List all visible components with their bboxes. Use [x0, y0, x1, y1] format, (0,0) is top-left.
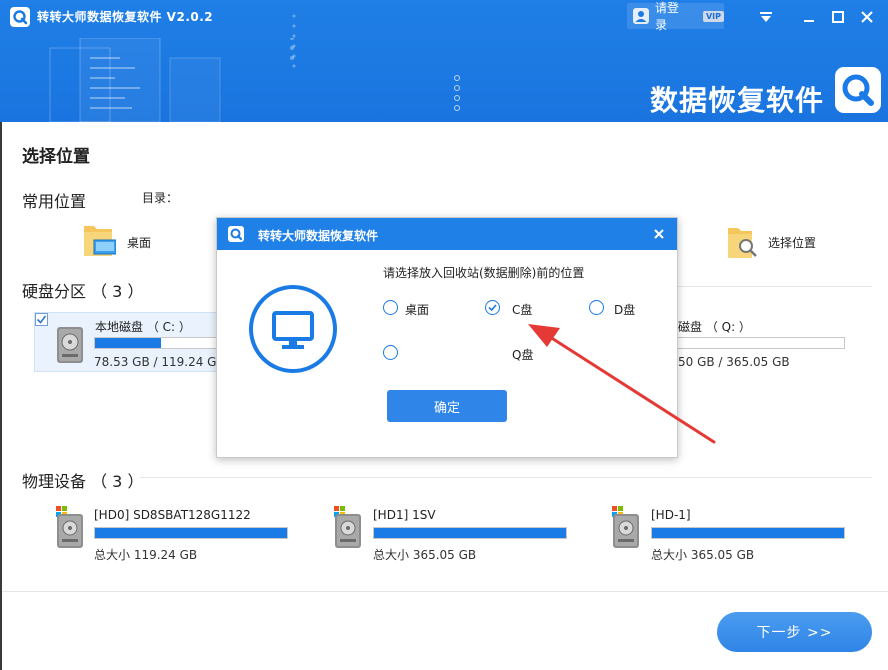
brand-text: 数据恢复软件	[650, 84, 825, 117]
hard-disk-windows-icon	[612, 506, 639, 548]
option-label: D盘	[614, 303, 636, 317]
option-label: Q盘	[512, 348, 534, 362]
close-icon	[654, 229, 664, 239]
close-icon	[861, 11, 873, 23]
header-decoration	[49, 38, 294, 122]
device-name: [HD1] 1SV	[373, 508, 436, 522]
app-logo-icon	[10, 7, 30, 27]
user-avatar-icon	[633, 8, 649, 24]
device-name: [HD-1]	[651, 508, 691, 522]
vip-badge: VIP	[702, 10, 724, 22]
dialog-title: 转转大师数据恢复软件	[258, 229, 379, 243]
device-size: 总大小 365.05 GB	[651, 548, 755, 562]
check-icon	[488, 304, 497, 312]
close-button[interactable]	[855, 6, 879, 28]
minimize-button[interactable]	[797, 6, 821, 28]
hard-disk-windows-icon	[334, 506, 361, 548]
partition-name: 磁盘 （ Q: ）	[678, 320, 751, 334]
app-header: 转转大师数据恢复软件 V2.0.2 请登录 VIP 数据恢复软件	[0, 0, 888, 122]
hard-disk-icon	[57, 327, 83, 363]
partition-usage-fill	[95, 338, 161, 348]
device-usage-fill	[95, 528, 287, 538]
device-size: 总大小 365.05 GB	[373, 548, 477, 562]
partition-size: 50 GB / 365.05 GB	[678, 355, 790, 369]
dialog-close-button[interactable]	[651, 224, 667, 244]
hard-disk-windows-icon	[56, 506, 83, 548]
device-item-hd0[interactable]: [HD0] SD8SBAT128G1122 总大小 119.24 GB	[56, 506, 296, 562]
device-usage-fill	[652, 528, 844, 538]
radio-button-selected[interactable]	[485, 300, 500, 315]
folder-icon	[728, 228, 757, 258]
directory-label: 目录：	[142, 191, 179, 205]
device-usage-bar	[373, 527, 567, 539]
devices-title: 物理设备 （ 3 ）	[22, 472, 144, 491]
radio-button[interactable]	[383, 345, 398, 360]
partitions-title: 硬盘分区 （ 3 ）	[22, 282, 144, 301]
chevron-down-icon	[760, 12, 772, 22]
option-d-drive[interactable]: D盘	[589, 300, 669, 320]
device-usage-bar	[94, 527, 288, 539]
common-locations-title: 常用位置	[22, 192, 87, 211]
menu-dropdown-button[interactable]	[754, 6, 778, 28]
partition-checkbox[interactable]	[35, 313, 48, 326]
login-label: 请登录	[654, 1, 679, 32]
checkmark-icon	[36, 315, 47, 324]
device-size: 总大小 119.24 GB	[94, 548, 198, 562]
device-usage-fill	[374, 528, 566, 538]
radio-button[interactable]	[383, 300, 398, 315]
login-button[interactable]: 请登录 VIP	[627, 1, 724, 32]
common-item-label: 桌面	[127, 236, 152, 250]
device-item-hd1[interactable]: [HD1] 1SV 总大小 365.05 GB	[334, 506, 574, 562]
next-step-button[interactable]: 下一步 >>	[717, 612, 872, 652]
monitor-icon	[249, 285, 337, 373]
common-item-choose-location[interactable]: 选择位置	[726, 222, 836, 264]
dialog-logo-icon	[228, 226, 244, 242]
option-q-drive[interactable]: Q盘	[383, 345, 543, 365]
left-window-edge	[0, 122, 2, 670]
partition-size: 78.53 GB / 119.24 GB	[94, 355, 225, 369]
device-name: [HD0] SD8SBAT128G1122	[94, 508, 251, 522]
header-dots-decoration-2	[292, 14, 296, 68]
partition-usage-bar	[94, 337, 222, 349]
common-item-desktop[interactable]: 桌面	[82, 220, 182, 262]
divider	[140, 477, 872, 478]
footer-divider	[2, 591, 888, 592]
device-item-hd-1[interactable]: [HD-1] 总大小 365.05 GB	[612, 506, 852, 562]
dialog-header: 转转大师数据恢复软件	[217, 218, 677, 250]
dialog-prompt: 请选择放入回收站(数据删除)前的位置	[383, 266, 585, 280]
minimize-icon	[804, 20, 814, 22]
partition-name: 本地磁盘 （ C: ）	[95, 320, 191, 334]
radio-button[interactable]	[589, 300, 604, 315]
option-label: C盘	[512, 303, 533, 317]
maximize-icon	[832, 11, 844, 23]
option-label: 桌面	[405, 303, 430, 317]
window-title: 转转大师数据恢复软件 V2.0.2	[37, 10, 214, 24]
header-dots-decoration	[454, 75, 460, 111]
option-desktop[interactable]: 桌面	[383, 300, 463, 320]
device-usage-bar	[651, 527, 845, 539]
common-item-label: 选择位置	[768, 236, 817, 250]
recycle-location-dialog: 转转大师数据恢复软件 请选择放入回收站(数据删除)前的位置 桌面 C盘 D盘 Q…	[216, 217, 678, 458]
page-title: 选择位置	[22, 147, 90, 167]
maximize-button[interactable]	[826, 6, 850, 28]
confirm-button[interactable]: 确定	[387, 390, 507, 422]
desktop-folder-icon	[84, 226, 116, 256]
partition-usage-bar	[672, 337, 845, 349]
brand-logo-icon	[835, 67, 881, 113]
option-c-drive[interactable]: C盘	[485, 300, 565, 320]
